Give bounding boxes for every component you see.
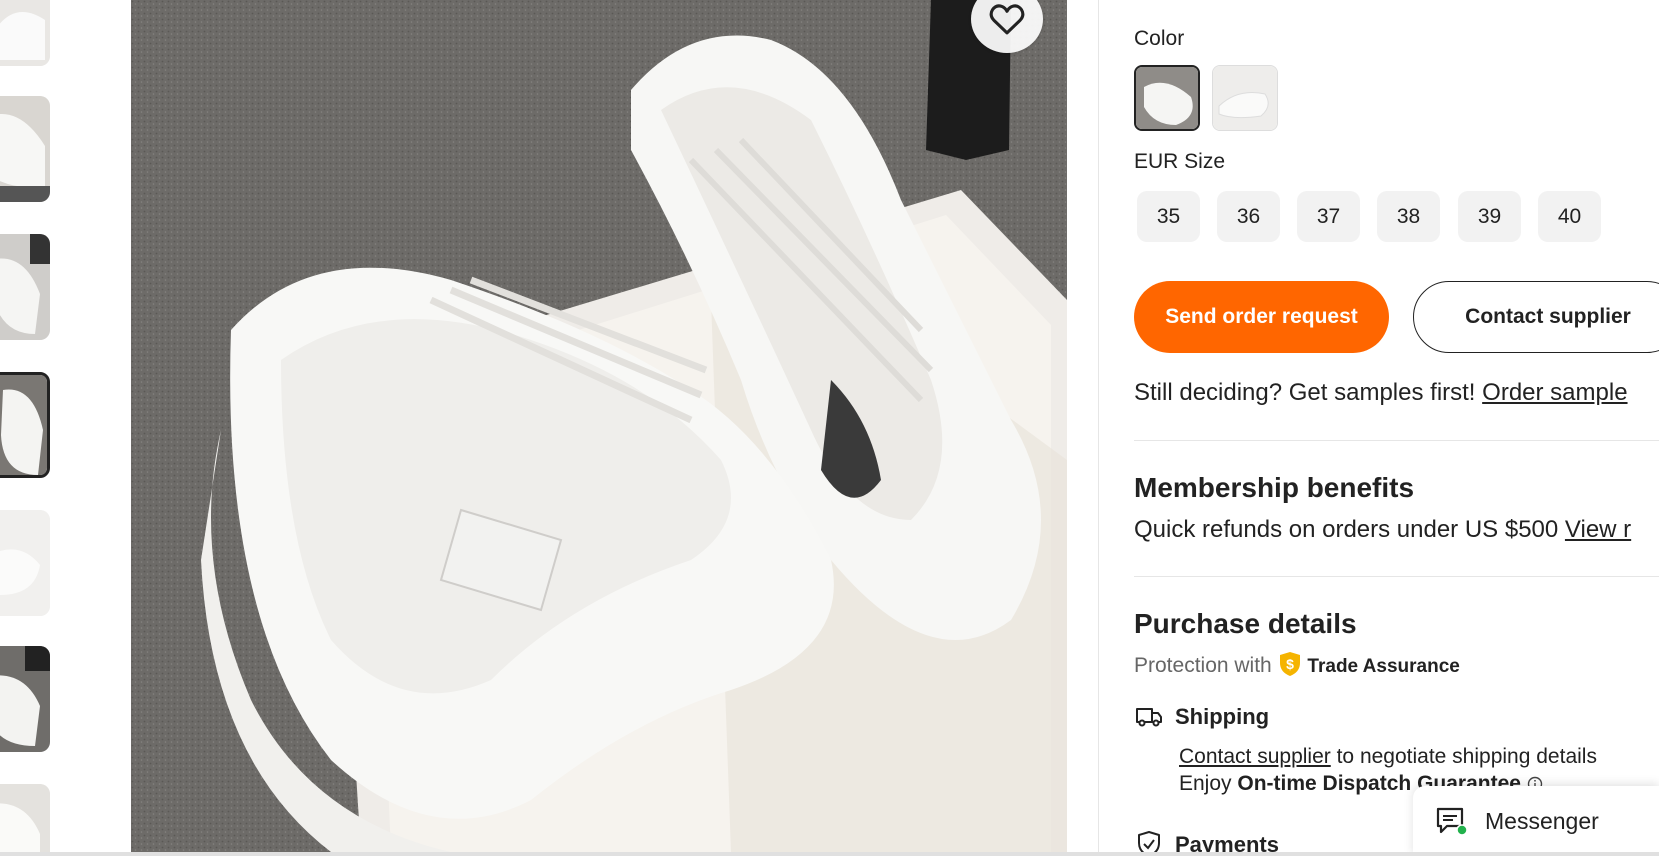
size-option-35[interactable]: 35 xyxy=(1137,191,1200,242)
samples-row: Still deciding? Get samples first! Order… xyxy=(1134,379,1628,407)
protection-text: Protection with xyxy=(1134,654,1272,677)
size-option-37[interactable]: 37 xyxy=(1297,191,1360,242)
trade-assurance-label[interactable]: Trade Assurance xyxy=(1307,656,1459,677)
heart-icon xyxy=(989,4,1025,35)
messenger-label: Messenger xyxy=(1485,807,1599,834)
thumbnail-7[interactable] xyxy=(0,784,50,856)
order-sample-link[interactable]: Order sample xyxy=(1482,379,1627,406)
purchase-details-title: Purchase details xyxy=(1134,608,1357,639)
size-option-40[interactable]: 40 xyxy=(1538,191,1601,242)
color-label: Color xyxy=(1134,27,1185,50)
size-option-38[interactable]: 38 xyxy=(1377,191,1440,242)
protection-row: Protection with $ Trade Assurance xyxy=(1134,651,1460,678)
main-product-image xyxy=(131,0,1067,852)
chat-icon xyxy=(1436,807,1468,836)
color-option-1[interactable] xyxy=(1134,65,1200,131)
membership-text: Quick refunds on orders under US $500 xyxy=(1134,516,1559,543)
truck-icon xyxy=(1136,708,1162,727)
svg-text:$: $ xyxy=(1286,656,1294,672)
samples-text: Still deciding? Get samples first! xyxy=(1134,379,1476,406)
product-details-panel: Color EUR Size 35 36 37 38 39 40 Send or… xyxy=(1134,0,1659,856)
section-divider xyxy=(1134,440,1659,441)
thumbnail-2[interactable] xyxy=(0,96,50,202)
size-label: EUR Size xyxy=(1134,150,1226,173)
membership-title: Membership benefits xyxy=(1134,472,1415,503)
shipping-enjoy-text: Enjoy xyxy=(1179,772,1232,795)
thumbnail-3[interactable] xyxy=(0,234,50,340)
shipping-contact-row: Contact supplier to negotiate shipping d… xyxy=(1179,745,1597,769)
color-option-2[interactable] xyxy=(1212,65,1278,131)
shipping-title: Shipping xyxy=(1175,704,1270,729)
thumbnail-1[interactable] xyxy=(0,0,50,66)
send-order-request-button[interactable]: Send order request xyxy=(1134,281,1389,353)
size-option-39[interactable]: 39 xyxy=(1458,191,1521,242)
membership-row: Quick refunds on orders under US $500 Vi… xyxy=(1134,516,1631,544)
shipping-contact-supplier-link[interactable]: Contact supplier xyxy=(1179,745,1331,768)
section-divider xyxy=(1134,576,1659,577)
thumbnail-5[interactable] xyxy=(0,510,50,616)
trade-assurance-icon: $ xyxy=(1279,652,1300,676)
window-bottom-edge xyxy=(0,852,1659,856)
thumbnail-gallery xyxy=(0,0,60,856)
thumbnail-4-selected[interactable] xyxy=(0,372,50,478)
view-more-link[interactable]: View r xyxy=(1565,516,1631,543)
messenger-button[interactable]: Messenger xyxy=(1413,786,1659,856)
panel-divider xyxy=(1098,0,1099,856)
contact-supplier-button[interactable]: Contact supplier xyxy=(1413,281,1659,353)
size-option-36[interactable]: 36 xyxy=(1217,191,1280,242)
thumbnail-6[interactable] xyxy=(0,646,50,752)
shipping-negotiate-text: to negotiate shipping details xyxy=(1336,745,1597,768)
